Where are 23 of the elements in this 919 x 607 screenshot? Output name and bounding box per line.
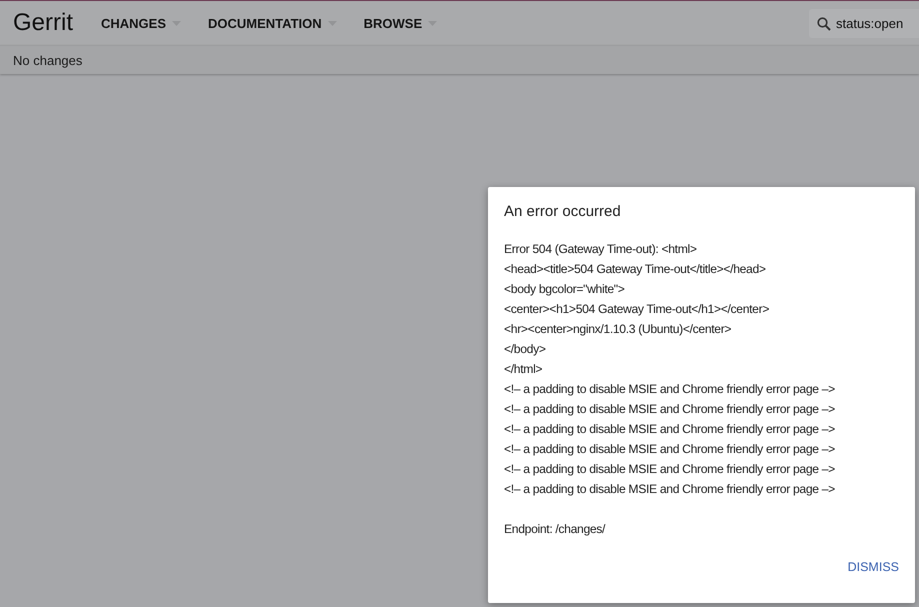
search-icon: [817, 17, 831, 31]
error-message-line: <!– a padding to disable MSIE and Chrome friendly error page –>: [504, 401, 836, 418]
error-message-line: <!– a padding to disable MSIE and Chrome friendly error page –>: [504, 381, 836, 398]
error-message-line: </html>: [504, 361, 544, 378]
error-message-line: <hr><center>nginx/1.10.3 (Ubuntu)</center>: [504, 321, 732, 338]
error-message-line: <body bgcolor="white">: [504, 281, 626, 298]
error-message-line: <!– a padding to disable MSIE and Chrome friendly error page –>: [504, 481, 836, 498]
error-message-line: </body>: [504, 341, 547, 358]
status-text: No changes: [13, 52, 82, 68]
search-field[interactable]: status:open: [809, 9, 919, 38]
error-message-line: <!– a padding to disable MSIE and Chrome friendly error page –>: [504, 421, 836, 438]
error-message-line: <!– a padding to disable MSIE and Chrome friendly error page –>: [504, 441, 836, 458]
error-message-line: Error 504 (Gateway Time-out): <html>: [504, 241, 698, 258]
dismiss-button[interactable]: DISMISS: [844, 558, 903, 576]
nav-menu[interactable]: CHANGES: [101, 16, 182, 30]
error-message-line: <!– a padding to disable MSIE and Chrome friendly error page –>: [504, 461, 836, 478]
error-message-line: <center><h1>504 Gateway Time-out</h1></center>: [504, 301, 770, 318]
endpoint-text: Endpoint: /changes/: [504, 521, 606, 538]
dialog-title: An error occurred: [504, 203, 622, 220]
nav-menu[interactable]: DOCUMENTATION: [208, 16, 337, 30]
app-logo[interactable]: Gerrit: [13, 9, 73, 37]
nav-menu[interactable]: BROWSE: [364, 16, 438, 30]
error-message-line: <head><title>504 Gateway Time-out</title></head>: [504, 261, 767, 278]
